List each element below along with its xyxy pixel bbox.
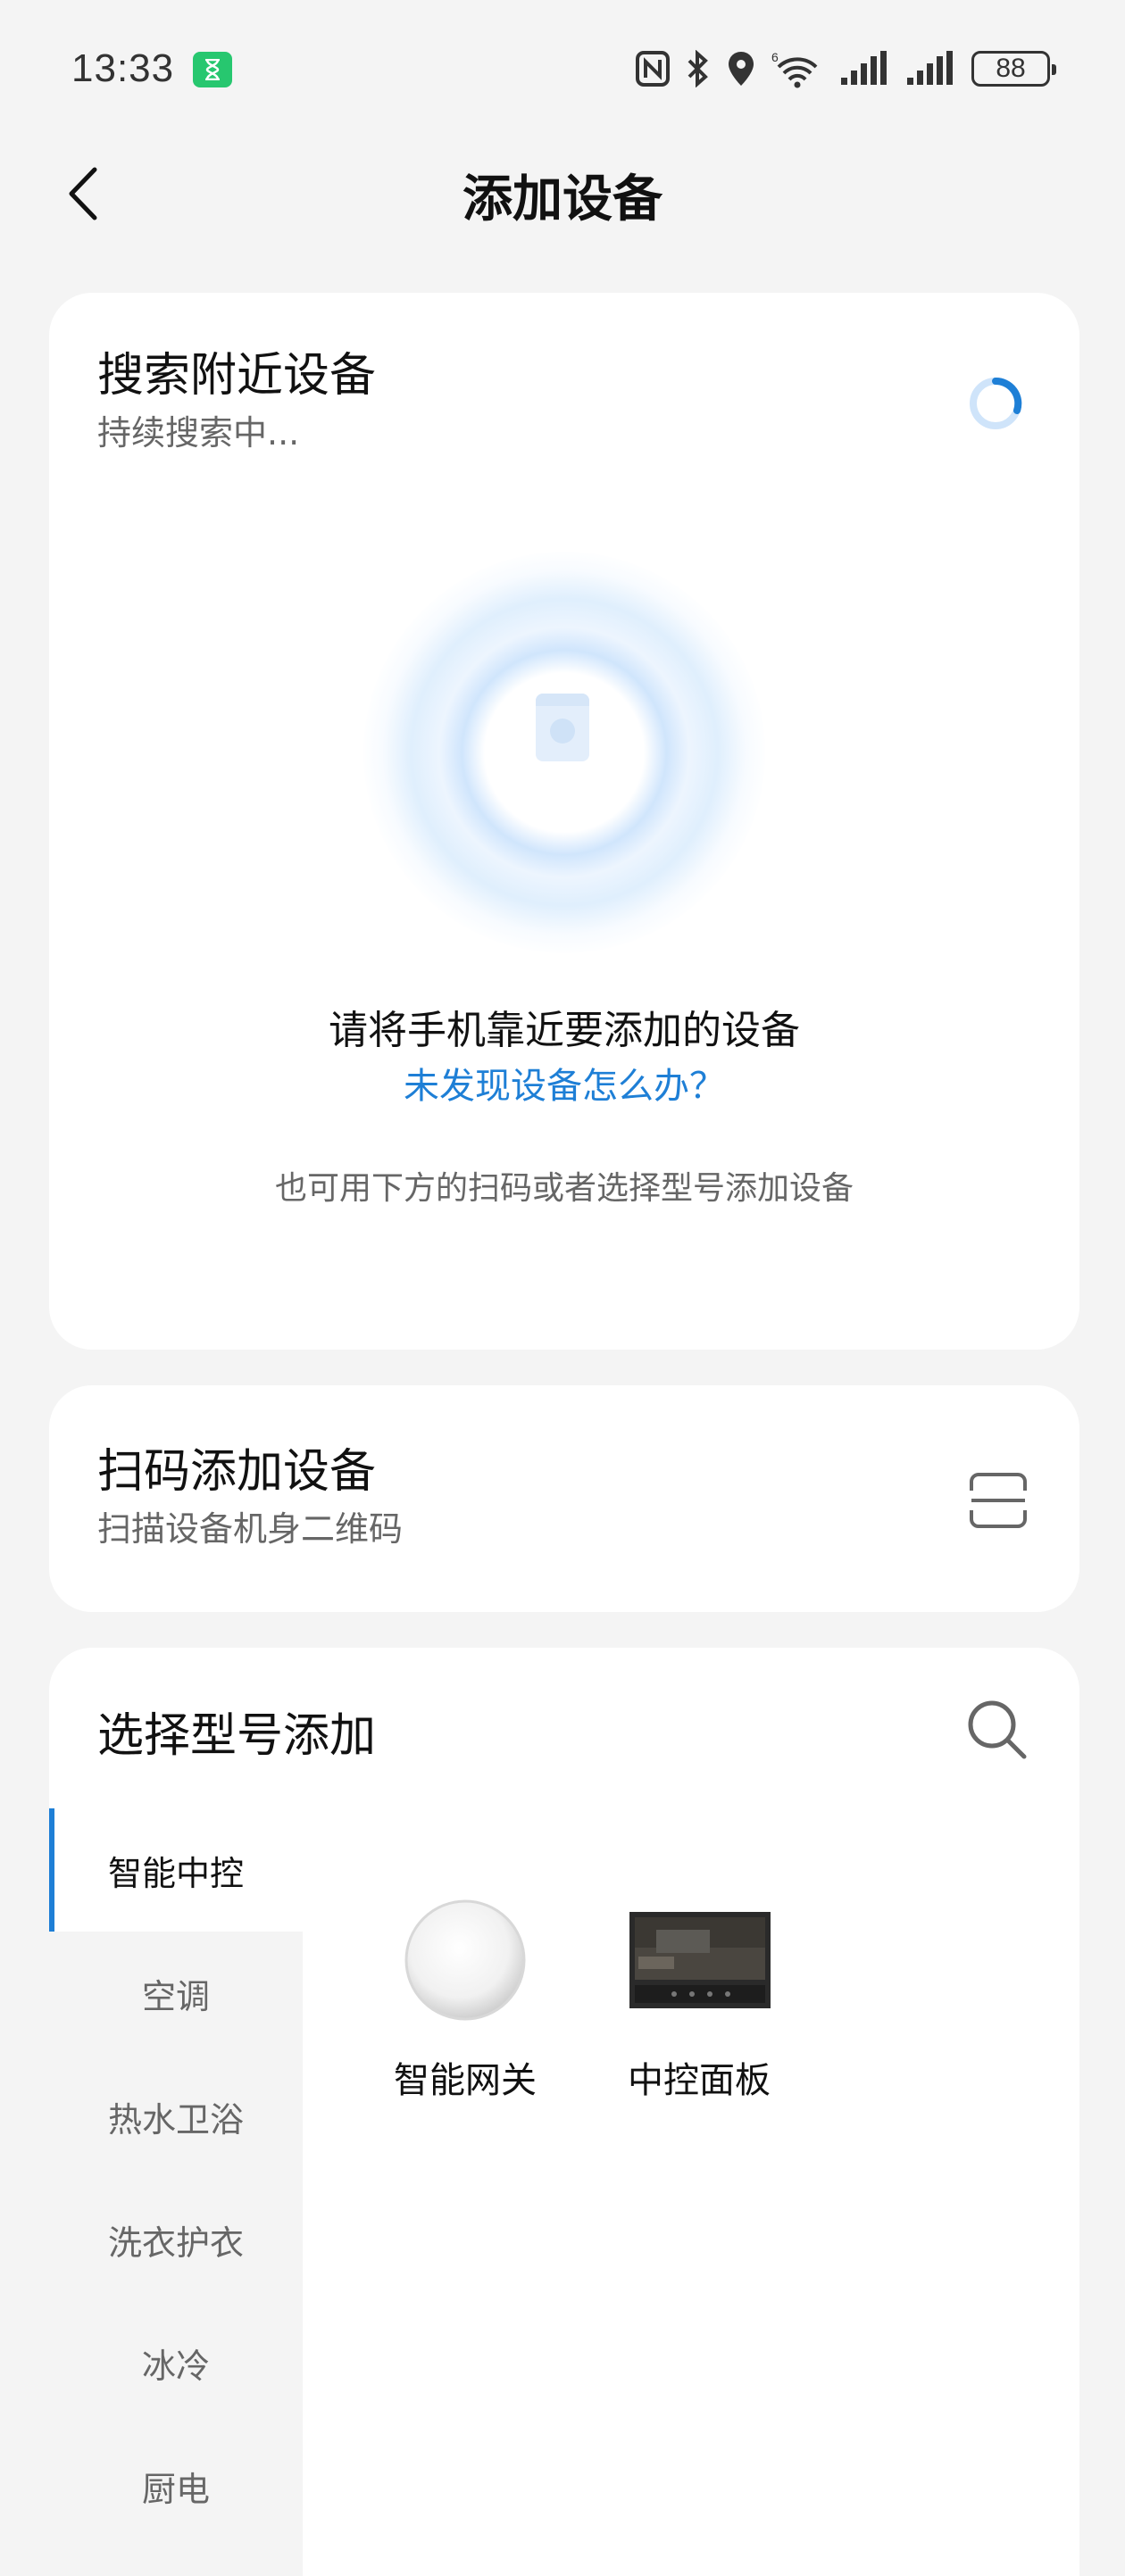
category-menu: 智能中控 空调 热水卫浴 洗衣护衣 冰冷 厨电: [49, 1808, 303, 2576]
wifi-icon: 6: [771, 50, 818, 88]
category-item-air-conditioner[interactable]: 空调: [49, 1932, 303, 2055]
product-item-gateway[interactable]: 智能网关: [376, 1898, 554, 2112]
control-panel-image: [629, 1912, 771, 2008]
signal-icon: [907, 51, 953, 85]
scan-add-subtitle: 扫描设备机身二维码: [97, 1509, 404, 1549]
category-item-smart-control[interactable]: 智能中控: [49, 1808, 303, 1932]
search-status: 持续搜索中...: [97, 413, 300, 453]
status-bar: 13:33 6 88: [0, 0, 1125, 143]
nfc-icon: [636, 51, 670, 87]
gateway-image: [404, 1899, 526, 2021]
bluetooth-icon: [688, 50, 708, 87]
battery-indicator: 88: [971, 51, 1056, 87]
device-not-found-link[interactable]: 未发现设备怎么办？: [49, 1057, 1079, 1109]
category-item-water-heater[interactable]: 热水卫浴: [49, 2055, 303, 2178]
product-label: 智能网关: [394, 2060, 537, 2101]
hourglass-icon: [193, 52, 232, 87]
category-item-kitchen[interactable]: 厨电: [49, 2424, 303, 2547]
scan-add-title: 扫码添加设备: [97, 1445, 377, 1499]
product-label: 中控面板: [628, 2060, 771, 2101]
category-item-refrigerator[interactable]: 冰冷: [49, 2301, 303, 2424]
scan-add-card[interactable]: 扫码添加设备 扫描设备机身二维码: [49, 1385, 1079, 1612]
model-select-card: 选择型号添加 智能中控 空调 热水卫浴 洗衣护衣 冰冷 厨电 智能网关 中控面板: [49, 1648, 1079, 2576]
washer-icon: [536, 694, 589, 761]
status-icons: 6 88: [636, 45, 1056, 93]
search-icon[interactable]: [965, 1698, 1029, 1762]
signal-icon: [841, 51, 887, 85]
search-nearby-card: 搜索附近设备 持续搜索中... 请将手机靠近要添加的设备 未发现设备怎么办？ 也…: [49, 293, 1079, 1350]
header: 添加设备: [0, 143, 1125, 241]
status-time: 13:33: [71, 46, 175, 90]
loading-spinner-icon: [970, 377, 1022, 429]
svg-text:6: 6: [771, 50, 779, 64]
category-item-laundry[interactable]: 洗衣护衣: [49, 2178, 303, 2301]
location-icon: [729, 52, 754, 86]
product-item-control-panel[interactable]: 中控面板: [610, 1898, 788, 2112]
search-nearby-title: 搜索附近设备: [97, 349, 377, 403]
search-hint: 请将手机靠近要添加的设备: [329, 1008, 800, 1053]
alternative-hint: 也可用下方的扫码或者选择型号添加设备: [274, 1170, 854, 1207]
scan-icon[interactable]: [969, 1473, 1028, 1528]
page-title: 添加设备: [462, 170, 662, 229]
model-select-title: 选择型号添加: [97, 1709, 377, 1763]
